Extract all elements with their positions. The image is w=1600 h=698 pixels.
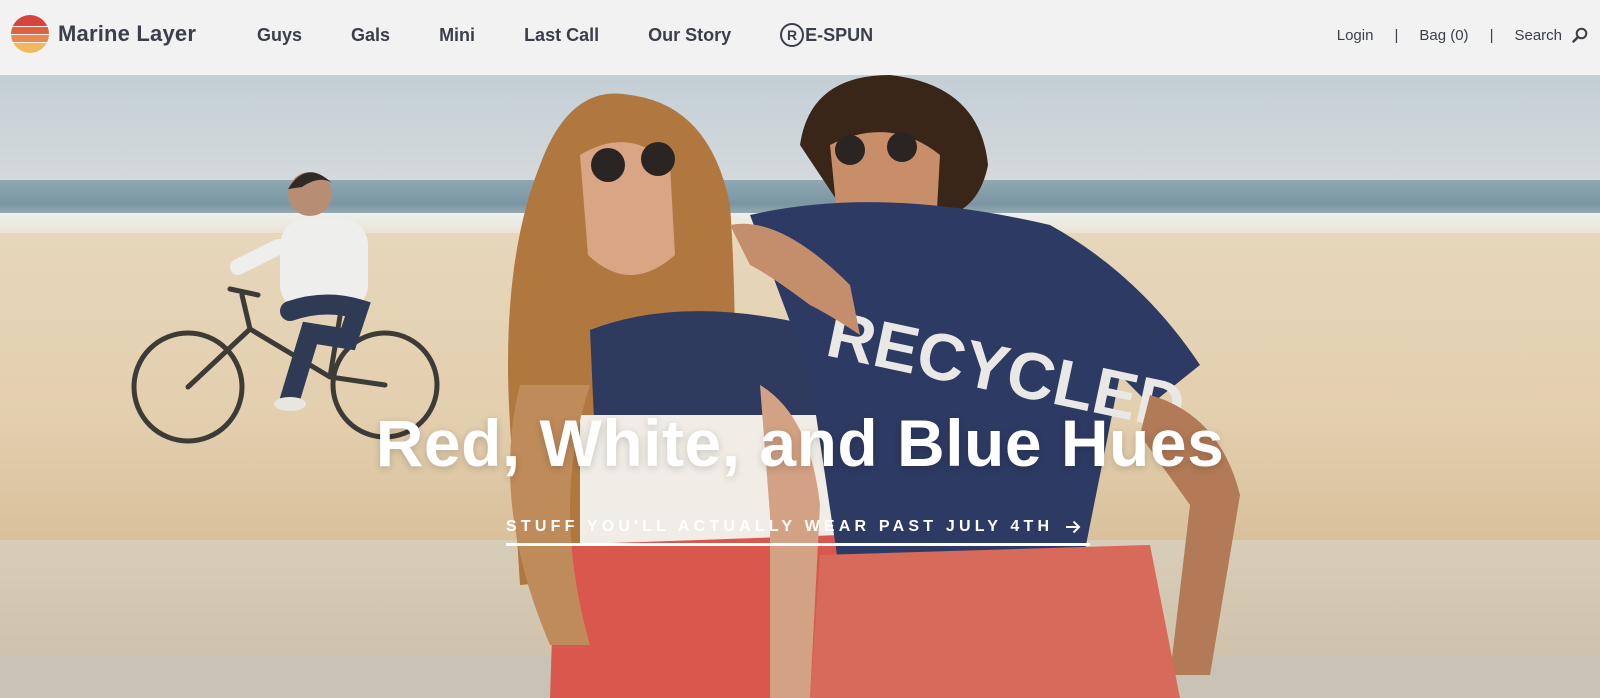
arrow-right-icon [1066, 520, 1081, 533]
nav-item-mini[interactable]: Mini [439, 25, 475, 46]
hero-title: Red, White, and Blue Hues [375, 406, 1225, 480]
model-man-image: RECYCLED [730, 75, 1240, 698]
nav-item-respun[interactable]: R E-SPUN [780, 23, 873, 47]
site-header: Marine Layer Guys Gals Mini Last Call Ou… [0, 0, 1600, 75]
login-link[interactable]: Login [1337, 27, 1374, 44]
bag-link[interactable]: Bag (0) [1419, 27, 1468, 44]
utility-divider: | [1489, 26, 1494, 44]
nav-item-guys[interactable]: Guys [257, 25, 302, 46]
cyclist-illustration [131, 172, 440, 444]
search-button[interactable]: Search [1514, 27, 1588, 44]
nav-item-last-call[interactable]: Last Call [524, 25, 599, 46]
hero-cta-label: STUFF YOU'LL ACTUALLY WEAR PAST JULY 4TH [506, 517, 1054, 535]
nav-item-gals[interactable]: Gals [351, 25, 390, 46]
utility-nav: Login | Bag (0) | Search [1337, 0, 1588, 70]
utility-divider: | [1394, 26, 1399, 44]
hero-banner[interactable]: RECYCLED Red, White, and Blue Hues STUFF… [0, 75, 1600, 698]
hero-cta-link[interactable]: STUFF YOU'LL ACTUALLY WEAR PAST JULY 4TH [506, 510, 1090, 546]
search-label: Search [1514, 26, 1562, 44]
brand-logo[interactable]: Marine Layer [11, 15, 196, 53]
respun-r-icon: R [780, 23, 805, 47]
nav-respun-label: E-SPUN [805, 24, 874, 45]
main-nav: Guys Gals Mini Last Call Our Story R E-S… [257, 0, 873, 70]
nav-item-our-story[interactable]: Our Story [648, 25, 731, 46]
search-icon [1572, 27, 1588, 43]
logo-sunset-icon [11, 15, 49, 53]
hero-copy: Red, White, and Blue Hues [0, 405, 1600, 481]
brand-name: Marine Layer [58, 21, 197, 46]
